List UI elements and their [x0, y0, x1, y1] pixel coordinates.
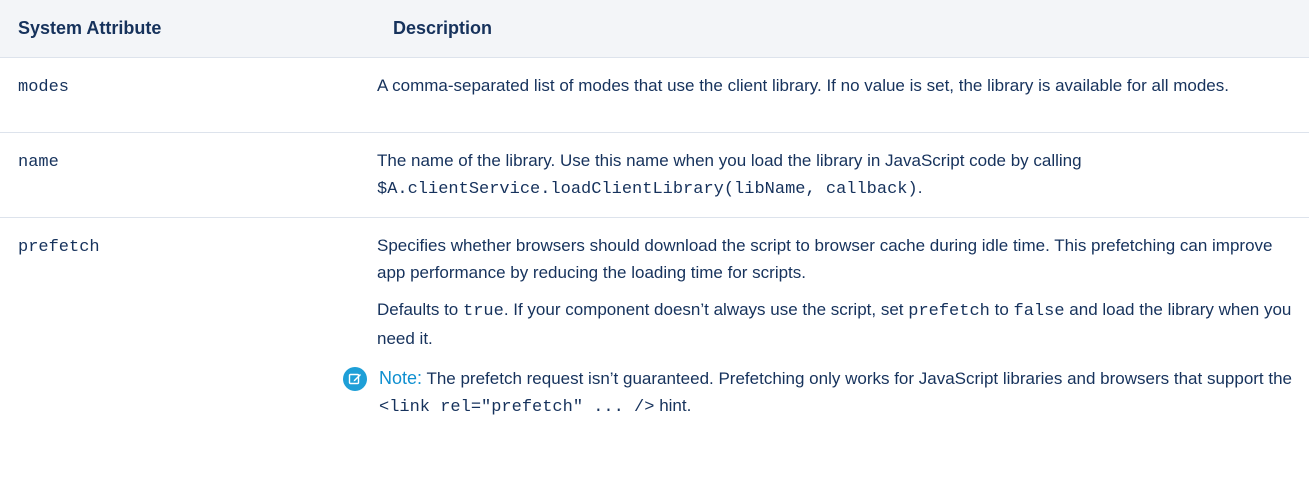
attribute-name: name [0, 132, 375, 218]
note-callout: Note: The prefetch request isn’t guarant… [343, 365, 1299, 421]
description-text-part: . If your component doesn’t always use t… [503, 300, 904, 319]
column-header-description: Description [375, 0, 1309, 58]
attribute-name: modes [0, 57, 375, 133]
description-text-part: Defaults to [377, 300, 459, 319]
table-header-row: System Attribute Description [0, 0, 1309, 58]
table-row-name: name The name of the library. Use this n… [0, 132, 1309, 218]
note-label: Note: [379, 368, 423, 388]
attribute-description: Specifies whether browsers should downlo… [343, 218, 1309, 436]
description-text: A comma-separated list of modes that use… [377, 76, 1229, 95]
description-paragraph: Defaults to true. If your component does… [377, 296, 1299, 352]
attribute-name: prefetch [18, 238, 100, 257]
table-row-prefetch: prefetch Specifies whether browsers shou… [0, 218, 1309, 436]
description-text: The name of the library. Use this name w… [377, 147, 1299, 203]
description-text-part: The name of the library. Use this name w… [377, 151, 1082, 170]
code-snippet: <link rel="prefetch" ... /> [379, 398, 655, 417]
code-snippet: $A.clientService.loadClientLibrary(libNa… [377, 180, 918, 199]
column-header-attribute: System Attribute [0, 0, 375, 58]
pencil-icon [348, 373, 361, 385]
note-text-part: The prefetch request isn’t guaranteed. P… [426, 369, 1293, 388]
attribute-description: A comma-separated list of modes that use… [375, 57, 1309, 133]
description-text-part: to [994, 300, 1009, 319]
note-text-part: hint. [659, 396, 692, 415]
code-snippet: prefetch [908, 302, 990, 321]
note-edit-icon [343, 367, 367, 391]
table-row-modes: modes A comma-separated list of modes th… [0, 57, 1309, 133]
attribute-description: The name of the library. Use this name w… [375, 132, 1309, 218]
description-paragraph: Specifies whether browsers should downlo… [377, 236, 1273, 282]
description-text-part: . [917, 178, 923, 197]
code-snippet: true [463, 302, 504, 321]
system-attributes-table: System Attribute Description modes A com… [0, 0, 1309, 435]
note-body: Note: The prefetch request isn’t guarant… [379, 365, 1299, 421]
code-snippet: false [1013, 302, 1065, 321]
